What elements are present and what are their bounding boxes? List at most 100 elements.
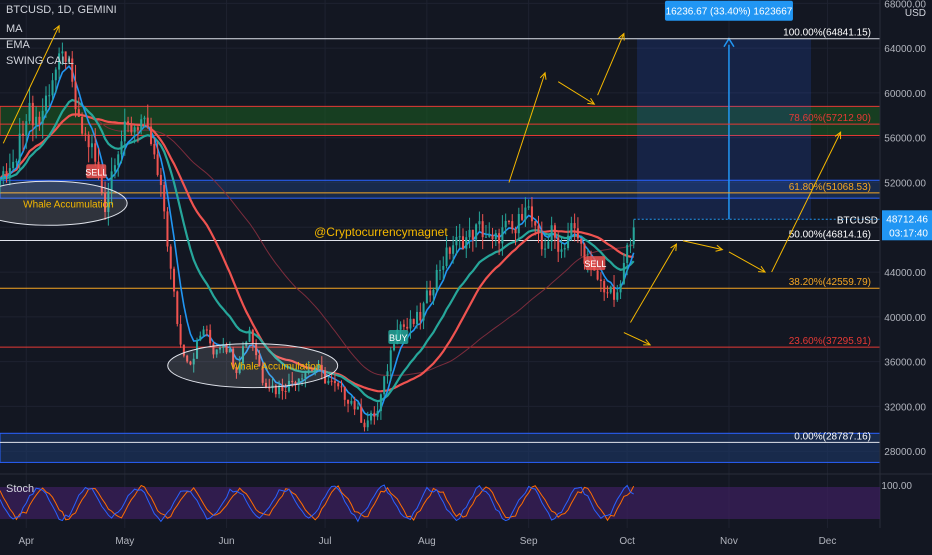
candle-body <box>563 248 566 250</box>
chart[interactable]: 16236.67 (33.40%) 1623667 100.00%(64841.1… <box>0 0 932 550</box>
candle-body <box>81 116 84 134</box>
candle-body <box>120 141 123 155</box>
candle-body <box>94 143 97 162</box>
x-tick-label: May <box>115 536 134 547</box>
candle-body <box>557 237 560 252</box>
candle-body <box>399 324 402 330</box>
candle-body <box>379 394 382 412</box>
candle-body <box>534 221 537 226</box>
candle-body <box>140 119 143 130</box>
candle-body <box>21 133 25 136</box>
candle-body <box>616 292 619 300</box>
candle-body <box>41 110 44 124</box>
candle-body <box>517 213 520 234</box>
y-tick-label: 28000.00 <box>884 447 926 458</box>
candle-body <box>478 221 481 225</box>
candle-body <box>156 154 159 175</box>
candle-body <box>599 279 602 282</box>
candle-body <box>333 380 336 384</box>
price-tag-symbol: BTCUSD <box>837 215 878 226</box>
candle-body <box>415 311 419 324</box>
candle-body <box>166 211 169 247</box>
whale-accumulation-label: Whale Accumulation <box>23 199 114 210</box>
candle-body <box>461 236 465 249</box>
candle-body <box>340 386 343 388</box>
candle-body <box>117 154 120 166</box>
y-tick-label: 40000.00 <box>884 313 926 324</box>
candle-body <box>150 126 153 144</box>
signal-label: SELL <box>584 259 606 269</box>
candle-body <box>501 227 504 244</box>
x-tick-label: Dec <box>819 536 837 547</box>
candle-body <box>209 329 212 344</box>
stoch-label: Stoch <box>6 483 34 495</box>
candle-body <box>2 171 5 180</box>
candle-body <box>146 117 149 127</box>
candle-body <box>622 262 625 284</box>
y-tick-label: 44000.00 <box>884 268 926 279</box>
indicator-swing-call[interactable]: SWING CALL <box>6 54 74 68</box>
x-tick-label: Jul <box>319 536 332 547</box>
candle-body <box>28 102 31 122</box>
candle-body <box>537 225 540 234</box>
candle-body <box>360 406 363 423</box>
watermark-label: @Cryptocurrencymagnet <box>314 225 448 239</box>
candle-body <box>18 133 21 162</box>
candle-body <box>458 236 461 238</box>
candle-body <box>90 143 93 148</box>
candle-body <box>337 383 340 387</box>
candle-body <box>468 229 471 238</box>
candle-body <box>393 344 396 351</box>
fib-level-label: 100.00%(64841.15) <box>783 28 871 39</box>
fib-level-label: 38.20%(42559.79) <box>789 277 871 288</box>
stoch-tick-label: 100.00 <box>881 481 912 492</box>
candle-body <box>163 185 166 212</box>
x-tick-label: Oct <box>619 536 635 547</box>
candle-body <box>567 235 570 249</box>
candle-body <box>113 165 116 172</box>
candle-body <box>514 229 517 234</box>
candle-body <box>425 290 428 304</box>
candle-body <box>8 168 11 177</box>
candle-body <box>373 412 376 417</box>
candle-body <box>445 247 448 266</box>
candle-body <box>422 303 425 321</box>
candle-body <box>179 323 182 345</box>
candle-body <box>613 286 616 300</box>
x-tick-label: Jun <box>219 536 235 547</box>
y-tick-label: 68000.00 <box>884 0 926 10</box>
candle-body <box>110 171 113 192</box>
candle-body <box>173 268 176 292</box>
candle-body <box>455 236 458 246</box>
x-tick-label: Apr <box>18 536 34 547</box>
candle-body <box>429 290 432 296</box>
candle-body <box>38 116 41 124</box>
candle-body <box>248 329 251 342</box>
candle-body <box>74 81 77 110</box>
candle-body <box>169 246 172 269</box>
whale-accumulation-label: Whale Accumulation <box>231 362 322 373</box>
candle-body <box>12 161 15 169</box>
candle-body <box>570 223 573 236</box>
candle-body <box>370 412 373 421</box>
signal-label: SELL <box>85 167 107 177</box>
candle-body <box>580 238 583 244</box>
candle-body <box>202 329 205 336</box>
candle-body <box>465 237 468 249</box>
candle-body <box>626 244 629 263</box>
x-tick-label: Nov <box>720 536 738 547</box>
candle-body <box>511 221 514 230</box>
candle-body <box>448 247 451 254</box>
candle-body <box>475 224 478 240</box>
indicator-ema[interactable]: EMA <box>6 38 30 52</box>
candle-body <box>406 326 409 329</box>
price-tag-countdown: 03:17:40 <box>889 228 928 239</box>
candle-body <box>127 121 130 125</box>
candle-body <box>54 69 57 81</box>
fib-level-label: 50.00%(46814.16) <box>789 230 871 241</box>
indicator-ma[interactable]: MA <box>6 22 23 36</box>
candle-body <box>553 225 556 238</box>
candle-body <box>524 207 527 220</box>
y-tick-label: 64000.00 <box>884 44 926 55</box>
chart-canvas[interactable]: 16236.67 (33.40%) 1623667 100.00%(64841.1… <box>0 0 932 550</box>
